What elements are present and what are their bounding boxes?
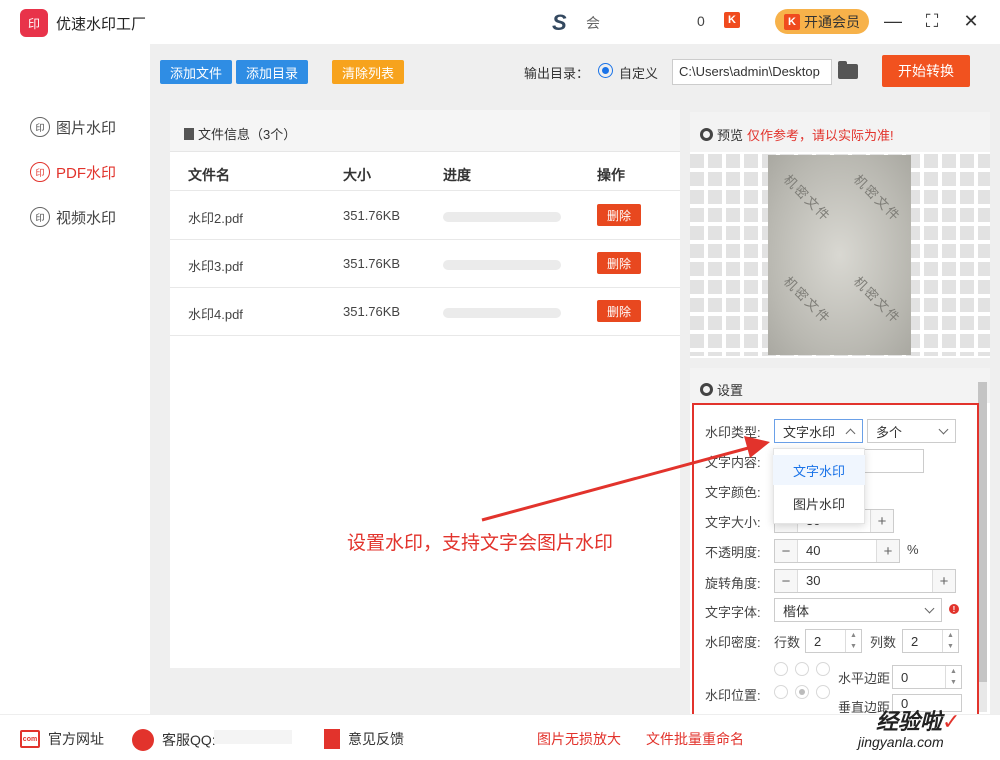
image-enlarge-link[interactable]: 图片无损放大 (537, 729, 621, 749)
feedback-label: 意见反馈 (348, 731, 404, 747)
support-qq-label: 客服QQ: (162, 732, 216, 748)
site-watermark-url: jingyanla.com (858, 734, 944, 750)
annotation-arrow-line (481, 445, 753, 522)
support-avatar-icon (132, 729, 154, 751)
site-watermark: 经验啦✓ (876, 704, 960, 736)
website-label: 官方网址 (48, 731, 104, 747)
check-icon: ✓ (942, 709, 961, 734)
website-icon: com (20, 730, 40, 748)
website-link[interactable]: com 官方网址 (20, 729, 104, 749)
site-watermark-brand: 经验啦 (876, 709, 943, 734)
batch-rename-link[interactable]: 文件批量重命名 (646, 729, 744, 749)
feedback-icon (324, 729, 340, 749)
annotation-arrow (481, 436, 770, 522)
annotation-arrow-head (744, 436, 770, 458)
support-qq[interactable]: 客服QQ: (132, 729, 216, 751)
annotation-text: 设置水印，支持文字会图片水印 (347, 533, 614, 554)
qq-number-redacted (214, 730, 292, 744)
feedback-link[interactable]: 意见反馈 (324, 729, 404, 749)
